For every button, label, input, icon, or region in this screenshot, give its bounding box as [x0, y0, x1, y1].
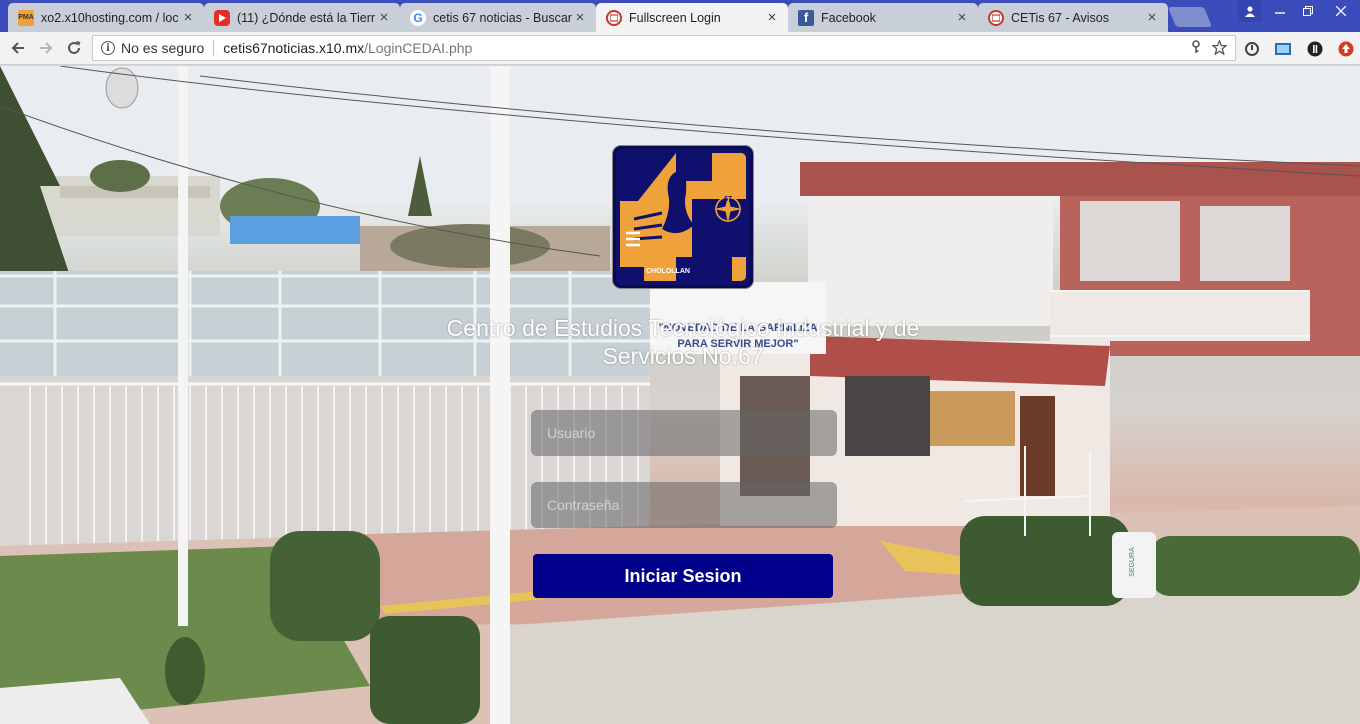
youtube-icon — [214, 9, 230, 26]
url-path: /LoginCEDAI.php — [364, 40, 473, 56]
extension-sync-icon[interactable] — [1243, 40, 1261, 58]
school-logo: 67 CHOLOLLAN — [613, 146, 753, 288]
divider — [213, 40, 215, 56]
facebook-icon: f — [798, 9, 814, 26]
tab-title: cetis 67 noticias - Buscar — [433, 10, 572, 25]
minimize-icon[interactable] — [1266, 0, 1294, 22]
new-tab-button[interactable] — [1167, 7, 1213, 27]
close-icon[interactable]: × — [764, 10, 780, 25]
password-input[interactable] — [531, 482, 837, 528]
tab-google[interactable]: G cetis 67 noticias - Buscar × — [400, 3, 596, 32]
tab-cetis-avisos[interactable]: CETis 67 - Avisos × — [978, 3, 1168, 32]
tab-title: Fullscreen Login — [629, 10, 721, 25]
forward-button[interactable] — [33, 36, 59, 60]
back-button[interactable] — [5, 36, 31, 60]
tab-facebook[interactable]: f Facebook × — [788, 3, 978, 32]
page-icon — [988, 9, 1004, 26]
reload-icon — [68, 41, 81, 54]
login-button[interactable]: Iniciar Sesion — [533, 554, 833, 598]
info-icon[interactable]: i — [101, 41, 115, 55]
logo-badge: 67 — [724, 196, 732, 203]
bin-label: SEGURA — [1129, 547, 1136, 577]
tab-title: CETis 67 - Avisos — [1011, 10, 1109, 25]
profile-icon[interactable] — [1238, 0, 1262, 22]
tab-title: Facebook — [821, 10, 876, 25]
close-icon[interactable]: × — [954, 10, 970, 25]
tab-youtube[interactable]: (11) ¿Dónde está la Tierr × — [204, 3, 400, 32]
url-host: cetis67noticias.x10.mx — [223, 40, 365, 56]
username-input[interactable] — [531, 410, 837, 456]
star-icon[interactable] — [1211, 39, 1228, 58]
login-page: "NOVEDAD DE LA GARNILIZA PARA SERVIR MEJ… — [0, 66, 1360, 724]
close-icon[interactable]: × — [1144, 10, 1160, 25]
tab-title: xo2.x10hosting.com / loc — [41, 10, 179, 25]
school-name-heading: Centro de Estudios Tecnológico Industria… — [446, 315, 920, 369]
reload-button[interactable] — [61, 36, 87, 60]
tab-strip: PMA xo2.x10hosting.com / loc × (11) ¿Dón… — [0, 0, 1360, 32]
address-bar[interactable]: i No es seguro cetis67noticias.x10.mx/Lo… — [92, 35, 1236, 61]
back-arrow-icon — [11, 42, 24, 54]
logo-emblem: 67 CHOLOLLAN — [620, 153, 746, 281]
security-label: No es seguro — [121, 40, 205, 56]
google-icon: G — [410, 9, 426, 26]
browser-toolbar: i No es seguro cetis67noticias.x10.mx/Lo… — [0, 32, 1360, 65]
phpmyadmin-icon: PMA — [18, 9, 34, 26]
close-icon[interactable]: × — [180, 10, 196, 25]
extension-circle-icon[interactable] — [1306, 40, 1324, 58]
close-icon[interactable]: × — [572, 10, 588, 25]
restore-icon[interactable] — [1294, 0, 1322, 22]
extension-upload-icon[interactable] — [1337, 40, 1355, 58]
forward-arrow-icon — [40, 42, 53, 54]
tab-fullscreen-login[interactable]: Fullscreen Login × — [596, 3, 788, 32]
logo-text: CHOLOLLAN — [646, 268, 690, 275]
close-icon[interactable]: × — [376, 10, 392, 25]
page-icon — [606, 9, 622, 26]
tab-title: (11) ¿Dónde está la Tierr — [237, 10, 376, 25]
extension-screen-icon[interactable] — [1274, 40, 1292, 58]
tab-phpmyadmin[interactable]: PMA xo2.x10hosting.com / loc × — [8, 3, 204, 32]
close-window-icon[interactable] — [1322, 0, 1360, 22]
key-icon[interactable] — [1190, 40, 1202, 58]
